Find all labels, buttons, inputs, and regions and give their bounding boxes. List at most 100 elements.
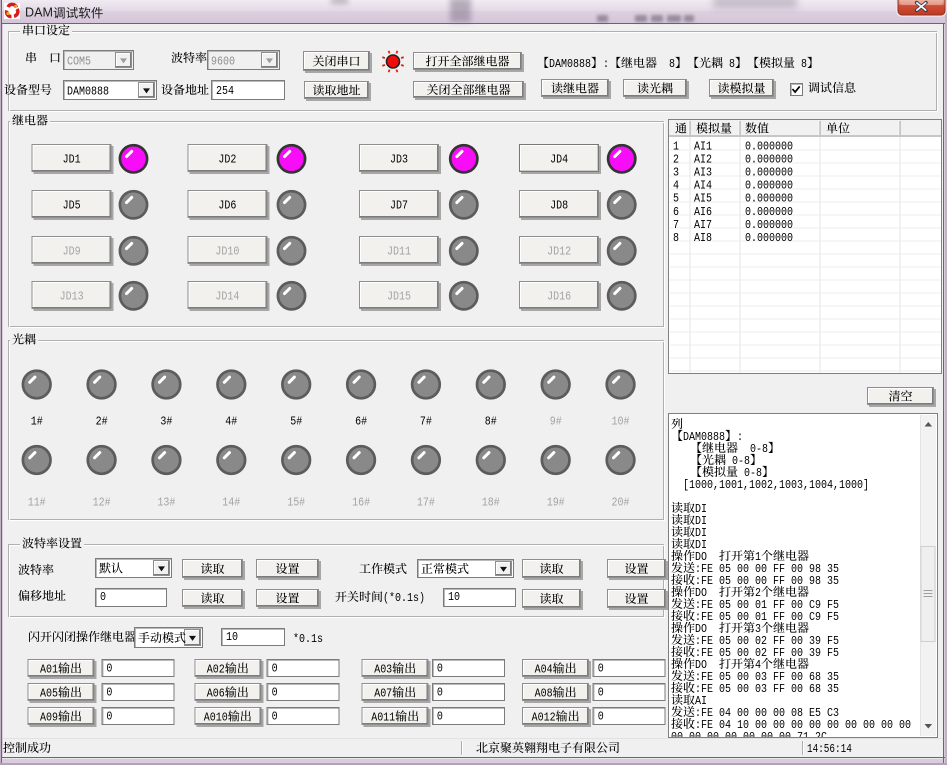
svg-text:JD1: JD1 — [63, 153, 81, 167]
svg-text::FE 05 00 03 FF 00 68 35: :FE 05 00 03 FF 00 68 35 — [695, 682, 839, 696]
svg-text:0: 0 — [272, 662, 278, 676]
svg-text:AI2: AI2 — [694, 152, 712, 166]
svg-text:JD4: JD4 — [550, 153, 568, 167]
svg-text:16#: 16# — [352, 496, 370, 510]
svg-text:1#: 1# — [31, 415, 43, 429]
svg-text:A011: A011 — [371, 711, 395, 725]
svg-text:10#: 10# — [612, 415, 630, 429]
svg-text::: : — [737, 430, 743, 444]
svg-text:8: 8 — [729, 57, 735, 71]
svg-text:JD5: JD5 — [63, 199, 81, 213]
svg-text:14:56:14: 14:56:14 — [807, 742, 852, 756]
svg-text:JD12: JD12 — [547, 245, 571, 259]
svg-text:AI8: AI8 — [694, 231, 712, 245]
svg-text:A07: A07 — [374, 687, 392, 701]
svg-text:JD9: JD9 — [63, 245, 81, 259]
svg-text:JD8: JD8 — [550, 199, 568, 213]
svg-text:3#: 3# — [160, 415, 172, 429]
svg-text:JD3: JD3 — [390, 153, 408, 167]
svg-text:0.000000: 0.000000 — [745, 152, 793, 166]
svg-text:(*0.1s): (*0.1s) — [383, 591, 425, 605]
svg-text:6: 6 — [673, 205, 679, 219]
svg-text:DAM0888: DAM0888 — [683, 430, 725, 444]
svg-text:0: 0 — [437, 686, 443, 700]
svg-text:10: 10 — [448, 590, 460, 604]
svg-text:7: 7 — [673, 218, 679, 232]
svg-text:AI7: AI7 — [694, 218, 712, 232]
svg-text:8: 8 — [673, 231, 679, 245]
svg-text:0: 0 — [106, 686, 112, 700]
svg-text::FE 05 00 02 FF 00 39 F5: :FE 05 00 02 FF 00 39 F5 — [695, 646, 839, 660]
svg-text:JD6: JD6 — [218, 199, 236, 213]
svg-text::: : — [603, 57, 609, 71]
svg-text:0.000000: 0.000000 — [745, 179, 793, 193]
svg-text:3: 3 — [673, 166, 679, 180]
svg-text:4: 4 — [673, 179, 679, 193]
svg-text:0.000000: 0.000000 — [745, 205, 793, 219]
svg-text:9600: 9600 — [211, 55, 235, 69]
svg-text:0.000000: 0.000000 — [745, 218, 793, 232]
svg-text:8: 8 — [801, 57, 807, 71]
svg-text:15#: 15# — [287, 496, 305, 510]
svg-text:AI4: AI4 — [694, 179, 712, 193]
svg-text:18#: 18# — [482, 496, 500, 510]
svg-text::FE 05 00 00 FF 00 98 35: :FE 05 00 00 FF 00 98 35 — [695, 574, 839, 588]
svg-text:0.000000: 0.000000 — [745, 192, 793, 206]
svg-text:17#: 17# — [417, 496, 435, 510]
svg-text:7#: 7# — [420, 415, 432, 429]
svg-text:0.000000: 0.000000 — [745, 139, 793, 153]
svg-text:254: 254 — [216, 84, 234, 98]
svg-text:2: 2 — [673, 152, 679, 166]
svg-text:JD13: JD13 — [60, 290, 84, 304]
svg-text:JD16: JD16 — [547, 290, 571, 304]
svg-text:DAM0888: DAM0888 — [549, 57, 591, 71]
svg-text:1: 1 — [673, 139, 679, 153]
svg-text:0.000000: 0.000000 — [745, 166, 793, 180]
svg-text:A03: A03 — [374, 663, 392, 677]
svg-text:13#: 13# — [157, 496, 175, 510]
svg-text:0: 0 — [106, 662, 112, 676]
svg-text:0: 0 — [106, 710, 112, 724]
svg-text:A04: A04 — [535, 663, 553, 677]
svg-text:AI6: AI6 — [694, 205, 712, 219]
svg-text:0: 0 — [272, 686, 278, 700]
svg-text:5#: 5# — [290, 415, 302, 429]
svg-text::FE 05 00 01 FF 00 C9 F5: :FE 05 00 01 FF 00 C9 F5 — [695, 610, 839, 624]
svg-text:0.000000: 0.000000 — [745, 231, 793, 245]
svg-text:JD2: JD2 — [218, 153, 236, 167]
svg-text:0: 0 — [437, 662, 443, 676]
svg-text:0: 0 — [598, 710, 604, 724]
svg-text:0: 0 — [272, 710, 278, 724]
svg-text:DAM: DAM — [25, 5, 53, 20]
svg-text:0: 0 — [100, 590, 106, 604]
svg-text:JD14: JD14 — [215, 290, 239, 304]
svg-text:8#: 8# — [485, 415, 497, 429]
svg-text:JD7: JD7 — [390, 199, 408, 213]
svg-text:COM5: COM5 — [67, 55, 91, 69]
svg-text:20#: 20# — [612, 496, 630, 510]
svg-text:0: 0 — [598, 662, 604, 676]
svg-text:10: 10 — [226, 630, 238, 644]
svg-text:[1000,1001,1002,1003,1004,1000: [1000,1001,1002,1003,1004,1000] — [683, 478, 869, 492]
svg-text:12#: 12# — [93, 496, 111, 510]
svg-text:JD10: JD10 — [215, 245, 239, 259]
svg-text:8: 8 — [669, 57, 675, 71]
svg-text:DAM0888: DAM0888 — [67, 85, 109, 99]
svg-text:A010: A010 — [204, 711, 228, 725]
svg-text:JD15: JD15 — [387, 290, 411, 304]
svg-text:AI3: AI3 — [694, 166, 712, 180]
svg-text:14#: 14# — [222, 496, 240, 510]
svg-text:2#: 2# — [96, 415, 108, 429]
svg-text:5: 5 — [673, 192, 679, 206]
svg-text:A06: A06 — [207, 687, 225, 701]
svg-text:AI1: AI1 — [694, 139, 712, 153]
svg-text:19#: 19# — [547, 496, 565, 510]
svg-text:A08: A08 — [535, 687, 553, 701]
svg-text:0: 0 — [437, 710, 443, 724]
svg-text:A05: A05 — [40, 687, 58, 701]
svg-text:9#: 9# — [550, 415, 562, 429]
svg-text:0: 0 — [598, 686, 604, 700]
svg-text:A09: A09 — [40, 711, 58, 725]
svg-text:*0.1s: *0.1s — [293, 632, 323, 646]
svg-text:6#: 6# — [355, 415, 367, 429]
